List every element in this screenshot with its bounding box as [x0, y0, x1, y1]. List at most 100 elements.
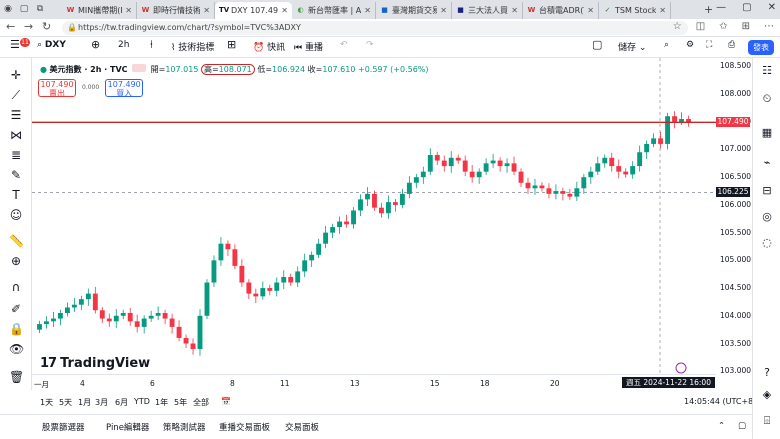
star-icon[interactable]: ☆ — [673, 21, 682, 32]
tab-close-icon[interactable]: ✕ — [508, 6, 518, 15]
range-button[interactable]: 1天 — [40, 397, 53, 408]
calendar-icon[interactable]: ⊟ — [760, 184, 774, 198]
minimize-icon[interactable]: — — [716, 2, 726, 13]
url-field[interactable]: 🔒 https://tw.tradingview.com/chart/?symb… — [62, 21, 688, 35]
workspace-icon[interactable]: ▢ — [18, 3, 30, 15]
buy-button[interactable]: 107.490 買入 — [105, 79, 144, 98]
legend-symbol[interactable]: 美元指數 · 2h · TVC — [50, 65, 128, 74]
tab-close-icon[interactable]: ✕ — [584, 6, 594, 15]
hotlist-icon[interactable]: ⌁ — [760, 156, 774, 170]
collections-icon[interactable]: ⊞ — [742, 21, 750, 32]
range-button[interactable]: 5年 — [174, 397, 187, 408]
lock-drawings-icon[interactable]: 🔒 — [9, 322, 24, 336]
ruler-icon[interactable]: 📏 — [9, 234, 24, 248]
maximize-icon[interactable]: ▢ — [742, 2, 751, 13]
range-button[interactable]: 3月 — [95, 397, 108, 408]
symbol-search[interactable]: ⌕ DXY — [37, 40, 66, 50]
news-icon[interactable]: ◌ — [760, 236, 774, 250]
event-marker-icon[interactable] — [675, 362, 687, 374]
chart-legend: ● 美元指數 · 2h · TVC 開=107.015 高=108.071 低=… — [40, 64, 429, 75]
favorites-icon[interactable]: ✩ — [719, 21, 727, 32]
browser-tab[interactable]: W台積電ADR(TSM✕ — [523, 2, 599, 19]
profile-icon[interactable]: ◉ — [2, 3, 14, 15]
browser-tab[interactable]: W即時行情技術分✕ — [137, 2, 215, 19]
reload-icon[interactable]: ↻ — [42, 20, 51, 33]
range-button[interactable]: 1月 — [78, 397, 91, 408]
range-button[interactable]: 全部 — [193, 397, 209, 408]
tab-close-icon[interactable]: ✕ — [200, 6, 210, 15]
replay-button[interactable]: ⏮ 重播 — [294, 40, 323, 53]
redo-icon[interactable]: ↷ — [366, 40, 374, 50]
watchlist-icon[interactable]: ☷ — [760, 64, 774, 78]
stay-drawing-icon[interactable]: ✐ — [9, 302, 23, 316]
bottom-tab[interactable]: 策略測試器 — [163, 421, 206, 433]
horizontal-lines-icon[interactable]: ☰ — [9, 108, 23, 122]
tab-close-icon[interactable]: ✕ — [122, 6, 132, 15]
sell-button[interactable]: 107.490 賣出 — [38, 79, 76, 98]
new-tab-button[interactable]: + — [704, 3, 713, 16]
fib-icon[interactable]: ≣ — [9, 148, 23, 162]
pitchfork-icon[interactable]: ⋈ — [9, 128, 23, 142]
range-button[interactable]: 1年 — [155, 397, 168, 408]
browser-tab[interactable]: ■ 臺灣期貨交易所✕ — [376, 2, 452, 19]
browser-tab[interactable]: ■ 三大法人買賣金✕ — [452, 2, 523, 19]
interval-button[interactable]: 2h — [118, 40, 129, 50]
zoom-in-icon[interactable]: ⊕ — [9, 254, 23, 268]
price-axis[interactable]: 108.500108.000107.500107.000106.500106.0… — [716, 58, 752, 375]
back-icon[interactable]: ← — [6, 20, 15, 33]
tab-close-icon[interactable]: ✕ — [278, 6, 288, 15]
more-icon[interactable]: ⋯ — [764, 21, 774, 32]
settings-icon[interactable]: ⚙ — [686, 40, 694, 50]
candle-type-icon[interactable]: ⍿ — [150, 38, 153, 52]
maximize-panel-icon[interactable]: ▢ — [738, 421, 746, 431]
magnet-icon[interactable]: ∩ — [9, 280, 23, 294]
help-icon[interactable]: ? — [760, 366, 774, 380]
browser-tab[interactable]: ◐ 新台幣匯率 | Am✕ — [292, 2, 376, 19]
chevron-up-icon[interactable]: ⌃ — [718, 421, 725, 431]
fullscreen-icon[interactable]: ▢ — [592, 38, 602, 51]
close-window-icon[interactable]: ✕ — [768, 2, 776, 13]
eye-icon[interactable]: 👁 — [9, 342, 24, 356]
forward-icon[interactable]: → — [24, 20, 33, 33]
bottom-tab[interactable]: Pine編輯器 — [106, 421, 149, 433]
browser-tab[interactable]: WMIN攜帶期(EIW)✕ — [62, 2, 137, 19]
range-button[interactable]: 6月 — [115, 397, 128, 408]
range-button[interactable]: YTD — [134, 397, 150, 406]
goto-date-icon[interactable]: 📅 — [221, 397, 231, 406]
undo-icon[interactable]: ↶ — [340, 40, 348, 50]
bottom-tab[interactable]: 交易面板 — [285, 421, 319, 433]
add-symbol-icon[interactable]: ⊕ — [91, 38, 100, 51]
tab-actions-icon[interactable]: ⧉ — [34, 3, 46, 15]
menu-icon[interactable]: ☰ — [10, 38, 20, 51]
data-window-icon[interactable]: ▦ — [760, 126, 774, 140]
layouts-icon[interactable]: ⊞ — [227, 38, 236, 51]
emoji-icon[interactable]: ☺ — [9, 208, 23, 222]
split-icon[interactable]: ◫ — [696, 21, 705, 32]
layers-icon[interactable]: ◈ — [760, 388, 774, 402]
trash-icon[interactable]: 🗑 — [9, 370, 24, 384]
camera-icon[interactable]: ⎙ — [728, 40, 735, 50]
price-chart[interactable] — [32, 58, 716, 374]
publish-button[interactable]: 發表 — [748, 40, 774, 55]
browser-tab[interactable]: TVDXY 107.490 ▲✕ — [215, 2, 292, 19]
time-axis[interactable]: 週五 2024-11-22 16:00 一月 4 6 8 11 13 15 18 20 — [32, 374, 716, 390]
indicators-button[interactable]: ⌇ 技術指標 — [171, 40, 214, 53]
bottom-tab[interactable]: 股票篩選器 — [42, 421, 85, 433]
tab-close-icon[interactable]: ✕ — [437, 6, 447, 15]
bottom-tab[interactable]: 重播交易面板 — [219, 421, 270, 433]
chat-icon[interactable]: ⌹ — [760, 414, 774, 428]
brush-icon[interactable]: ✎ — [9, 168, 23, 182]
crosshair-icon[interactable]: ✛ — [9, 68, 23, 82]
fullscreen-expand-icon[interactable]: ⛶ — [706, 40, 712, 50]
search-toolbar-icon[interactable]: ⌕ — [664, 40, 669, 50]
trend-line-icon[interactable]: ⟋ — [9, 88, 23, 102]
save-button[interactable]: 儲存 ⌄ — [618, 40, 646, 53]
tab-close-icon[interactable]: ✕ — [656, 6, 666, 15]
ideas-icon[interactable]: ◎ — [760, 210, 774, 224]
text-tool-icon[interactable]: T — [9, 188, 23, 202]
tab-close-icon[interactable]: ✕ — [361, 6, 371, 15]
range-button[interactable]: 5天 — [59, 397, 72, 408]
alert-button[interactable]: ⏰ 快訊 — [253, 40, 285, 53]
alerts-clock-icon[interactable]: ⏲ — [760, 92, 774, 106]
browser-tab[interactable]: ✓ TSM Stock Price✕ — [599, 2, 671, 19]
